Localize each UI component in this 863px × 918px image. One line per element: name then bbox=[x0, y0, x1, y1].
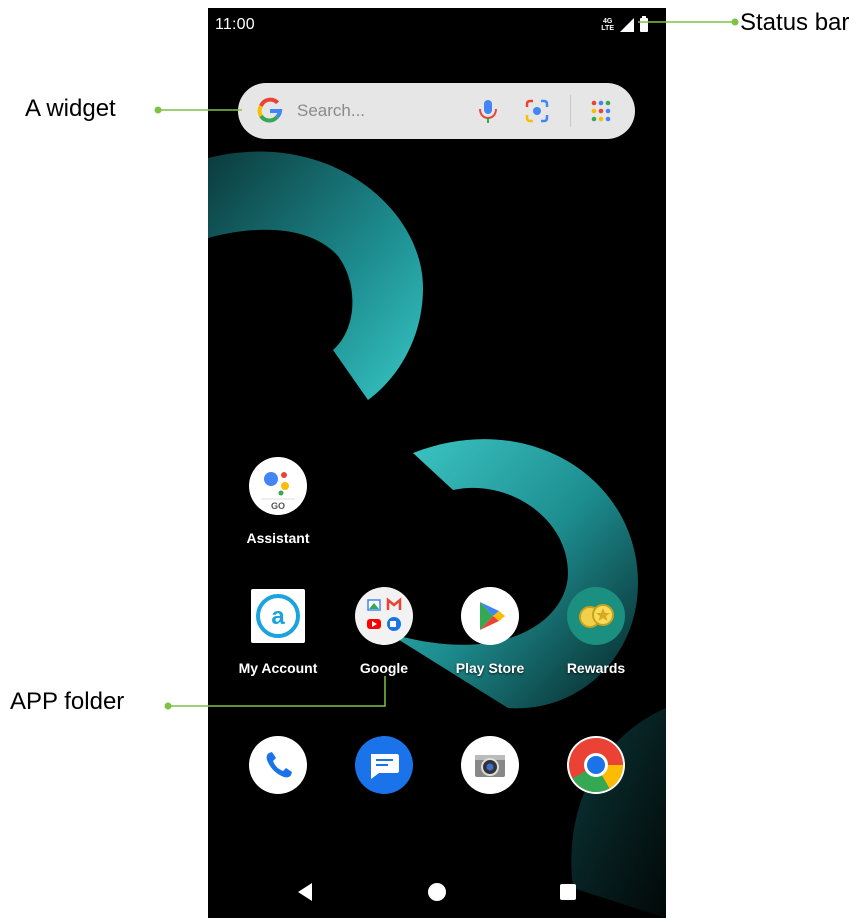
app-folder-google[interactable]: Google bbox=[334, 587, 434, 676]
assistant-go-badge: GO bbox=[271, 501, 285, 511]
widget-annotation: A widget bbox=[25, 95, 116, 122]
lens-icon[interactable] bbox=[522, 97, 552, 125]
dock-chrome[interactable] bbox=[546, 736, 646, 794]
google-search-widget[interactable]: Search... bbox=[238, 83, 635, 139]
recents-button[interactable] bbox=[560, 884, 576, 900]
my-account-label: My Account bbox=[238, 660, 318, 676]
google-folder-label: Google bbox=[359, 660, 409, 676]
messages-icon bbox=[355, 736, 413, 794]
search-input[interactable]: Search... bbox=[297, 101, 365, 121]
back-button[interactable] bbox=[298, 883, 312, 901]
status-bar-annotation: Status bar bbox=[740, 9, 850, 36]
assistant-label: Assistant bbox=[246, 530, 310, 546]
app-rewards[interactable]: Rewards bbox=[546, 587, 646, 676]
wallpaper-arc-top bbox=[208, 151, 423, 400]
rewards-icon bbox=[567, 587, 625, 645]
rewards-label: Rewards bbox=[566, 660, 626, 676]
google-folder-icon bbox=[355, 587, 413, 645]
phone-screen: 11:00 4G LTE Search... GO Assistant a My… bbox=[208, 8, 666, 918]
svg-text:a: a bbox=[271, 603, 285, 630]
app-play-store[interactable]: Play Store bbox=[440, 587, 540, 676]
network-type: 4G LTE bbox=[601, 18, 614, 32]
apps-grid-icon[interactable] bbox=[586, 97, 616, 125]
app-my-account[interactable]: a My Account bbox=[228, 587, 328, 676]
chrome-icon bbox=[567, 736, 625, 794]
phone-icon bbox=[249, 736, 307, 794]
dock-phone[interactable] bbox=[228, 736, 328, 794]
google-g-icon bbox=[257, 97, 283, 123]
navigation-bar bbox=[208, 868, 666, 918]
app-assistant[interactable]: GO Assistant bbox=[228, 457, 328, 546]
search-divider bbox=[570, 95, 571, 127]
status-bar: 11:00 4G LTE bbox=[208, 8, 666, 42]
signal-icon bbox=[620, 18, 634, 32]
home-button[interactable] bbox=[428, 883, 446, 901]
dock-camera[interactable] bbox=[440, 736, 540, 794]
my-account-icon: a bbox=[251, 589, 305, 643]
app-folder-annotation: APP folder bbox=[10, 688, 125, 715]
clock: 11:00 bbox=[215, 16, 255, 33]
dock-messages[interactable] bbox=[334, 736, 434, 794]
assistant-icon: GO bbox=[249, 457, 307, 515]
play-store-icon bbox=[461, 587, 519, 645]
mic-icon[interactable] bbox=[473, 97, 503, 125]
battery-icon bbox=[640, 16, 648, 32]
camera-icon bbox=[461, 736, 519, 794]
play-store-label: Play Store bbox=[455, 660, 525, 676]
